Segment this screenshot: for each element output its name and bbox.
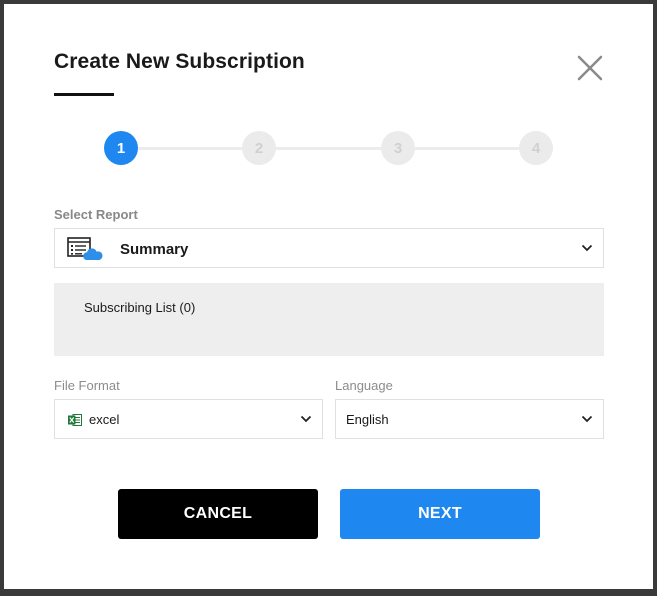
select-report-label: Select Report <box>54 207 138 222</box>
report-select[interactable]: Summary <box>54 228 604 268</box>
step-1: 1 <box>104 131 138 165</box>
language-value: English <box>346 412 389 427</box>
report-select-value: Summary <box>120 241 189 258</box>
excel-icon <box>68 414 82 426</box>
step-2: 2 <box>242 131 276 165</box>
title-underline <box>54 93 114 96</box>
subscribing-list-title: Subscribing List (0) <box>84 300 196 315</box>
chevron-down-icon <box>581 244 593 252</box>
file-format-select[interactable]: excel <box>54 399 323 439</box>
step-4: 4 <box>519 131 553 165</box>
report-list-cloud-icon <box>67 237 103 260</box>
step-3: 3 <box>381 131 415 165</box>
next-button[interactable]: NEXT <box>340 489 540 539</box>
chevron-down-icon <box>581 415 593 423</box>
close-button[interactable] <box>574 52 606 84</box>
dialog-title: Create New Subscription <box>54 50 305 73</box>
file-format-value: excel <box>89 412 120 427</box>
language-label: Language <box>335 378 393 393</box>
cancel-button[interactable]: CANCEL <box>118 489 318 539</box>
chevron-down-icon <box>300 415 312 423</box>
stepper-track <box>121 147 535 150</box>
file-format-label: File Format <box>54 378 120 393</box>
subscribing-list-panel: Subscribing List (0) <box>54 283 604 356</box>
close-icon <box>577 55 603 81</box>
language-select[interactable]: English <box>335 399 604 439</box>
progress-stepper: 1 2 3 4 <box>104 131 554 165</box>
create-subscription-dialog: Create New Subscription 1 2 3 4 Select R… <box>4 4 653 589</box>
